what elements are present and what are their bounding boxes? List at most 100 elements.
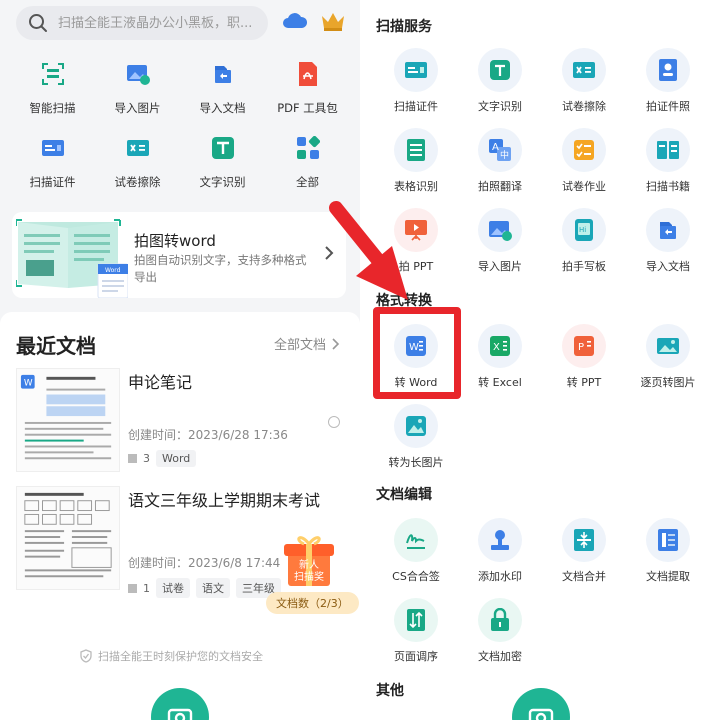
tool-import-doc[interactable]: 导入文档 [180,60,265,116]
tool-ocr[interactable]: 文字识别 [458,48,542,114]
lock-icon [491,608,509,631]
tool-label: 导入图片 [114,101,161,115]
tool-pdf[interactable]: PDF 工具包 [265,60,350,116]
quick-tools: 智能扫描 导入图片 导入文档 PDF 工具包 扫描证件 试卷擦除 文字识别 全部 [10,60,350,190]
crown-icon[interactable] [320,10,346,32]
erase-icon [126,140,149,156]
shield-icon [80,649,92,663]
search-icon [29,14,47,32]
extract-icon [658,529,678,551]
tool-ppt[interactable]: 拍 PPT [374,208,458,274]
security-note: 扫描全能王时刻保护您的文档安全 [80,648,263,664]
merge-icon [574,529,594,551]
import-image-icon [489,221,512,241]
tool-label: 试卷擦除 [114,175,161,189]
section-title-scan: 扫描服务 [376,19,432,35]
promo-illustration: Word [16,219,128,298]
text-ocr-icon [211,137,234,159]
tool-merge[interactable]: 文档合并 [542,518,626,584]
tool-scan-id[interactable]: 扫描证件 [374,48,458,114]
tool-import-doc[interactable]: 导入文档 [626,208,710,274]
pages-icon [128,583,137,593]
all-docs-label: 全部文档 [273,338,326,353]
excel-icon: X [490,336,510,356]
tool-label: 全部 [296,175,319,189]
tool-ocr[interactable]: 文字识别 [180,134,265,190]
tool-book[interactable]: 扫描书籍 [626,128,710,194]
svg-text:中: 中 [500,149,509,161]
tool-page-to-image[interactable]: 逐页转图片 [626,324,710,390]
camera-icon [167,708,193,720]
tool-encrypt[interactable]: 文档加密 [458,598,542,664]
tool-erase[interactable]: 试卷擦除 [95,134,180,190]
tool-homework[interactable]: 试卷作业 [542,128,626,194]
svg-text:A: A [492,142,499,153]
tool-import-image[interactable]: 导入图片 [458,208,542,274]
text-ocr-icon [490,60,510,80]
all-docs-link[interactable]: 全部文档 [274,334,340,353]
tool-extract[interactable]: 文档提取 [626,518,710,584]
highlight-box [373,307,461,399]
tool-id-photo[interactable]: 拍证件照 [626,48,710,114]
image-pages-icon [657,338,679,354]
tool-sign[interactable]: CS合合签 [374,518,458,584]
list-item[interactable]: W 申论笔记 创建时间：2023/6/28 17:36 3 Word [16,368,344,478]
tool-scan-id[interactable]: 扫描证件 [10,134,95,190]
section-title-other: 其他 [376,683,404,699]
tool-handwriting[interactable]: Hi 拍手写板 [542,208,626,274]
recent-title: 最近文档 [16,334,96,358]
handwriting-icon: Hi [575,219,593,241]
doc-select-radio[interactable] [328,416,340,428]
tool-translate[interactable]: A 中拍照翻译 [458,128,542,194]
home-panel: 智能扫描 导入图片 导入文档 PDF 工具包 扫描证件 试卷擦除 文字识别 全 [0,0,360,720]
doc-tag: 试卷 [156,578,190,598]
table-icon [407,139,425,161]
id-photo-icon [659,59,677,81]
scan-services-grid: 扫描证件 文字识别 试卷擦除 拍证件照 表格识别 A 中拍照翻译 试卷作业 扫描书… [374,48,714,274]
import-image-icon [126,65,150,85]
doc-name: 申论笔记 [128,373,193,392]
book-icon [657,141,679,159]
tool-label: 扫描证件 [29,175,76,189]
reorder-icon [407,609,425,631]
pages-icon [128,454,137,463]
long-image-icon [406,416,426,436]
doc-page-count: 3 [143,452,150,465]
svg-text:Hi: Hi [579,226,586,234]
import-doc-icon [660,222,676,239]
doc-meta: 3 Word [128,450,197,467]
tool-to-ppt[interactable]: P转 PPT [542,324,626,390]
tool-erase[interactable]: 试卷擦除 [542,48,626,114]
watermark-icon [491,530,509,550]
promo-badge: Word [105,267,121,274]
erase-icon [573,62,595,78]
promo-card[interactable]: Word 拍图转word 拍图自动识别文字，支持多种格式导出 [12,212,346,298]
tool-smart-scan[interactable]: 智能扫描 [10,60,95,116]
sign-icon [406,534,425,549]
search-bar[interactable] [16,6,268,40]
chevron-right-icon [332,337,340,350]
doc-name: 语文三年级上学期期末考试 [128,491,321,510]
tool-to-excel[interactable]: X转 Excel [458,324,542,390]
chevron-right-icon [325,246,334,260]
tool-reorder[interactable]: 页面调序 [374,598,458,664]
svg-text:P: P [578,342,584,353]
doc-meta: 1 试卷 语文 三年级 [128,578,281,598]
tool-import-image[interactable]: 导入图片 [95,60,180,116]
search-input[interactable] [58,15,258,31]
tool-label: 智能扫描 [29,101,76,115]
cloud-icon[interactable] [282,10,308,32]
doc-tag: 语文 [196,578,230,598]
tool-watermark[interactable]: 添加水印 [458,518,542,584]
doc-count-badge: 文档数（2/3） [266,592,359,614]
translate-icon: A中 [489,139,511,161]
tool-long-image[interactable]: 转为长图片 [374,404,458,470]
all-tools-panel: 扫描服务 扫描证件 文字识别 试卷擦除 拍证件照 表格识别 A 中拍照翻译 试卷作… [360,0,720,720]
svg-text:X: X [493,342,500,353]
scan-icon [41,63,64,85]
camera-button[interactable] [512,688,570,720]
tool-all[interactable]: 全部 [265,134,350,190]
id-card-icon [405,62,427,78]
doc-thumbnail: W [16,368,120,472]
tool-table[interactable]: 表格识别 [374,128,458,194]
